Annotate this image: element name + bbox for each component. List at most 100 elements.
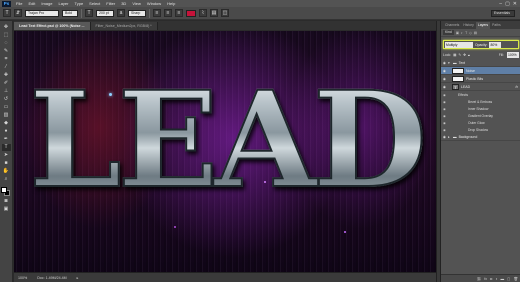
document-size[interactable]: Doc: 1.49M/24.4M [37,276,66,280]
tab-paths[interactable]: Paths [490,22,503,29]
font-size-field[interactable]: 200 pt [96,9,114,17]
gradient-tool-icon[interactable]: ▥ [2,112,11,119]
effects-header[interactable]: ◉ Effects [441,91,520,98]
align-right-icon[interactable]: ≡ [175,9,183,17]
crop-tool-icon[interactable]: ⌗ [2,56,11,63]
history-brush-tool-icon[interactable]: ↺ [2,96,11,103]
menu-help[interactable]: Help [167,1,175,6]
filter-pixel-icon[interactable]: ▣ [456,31,459,35]
maximize-button[interactable]: ▢ [505,1,510,7]
menu-image[interactable]: Image [41,1,52,6]
add-style-icon[interactable]: fx [484,277,487,281]
quick-mask-icon[interactable]: ◙ [2,198,11,205]
move-tool-icon[interactable]: ✥ [2,24,11,31]
blend-mode-select[interactable]: Multiply [445,41,473,48]
dodge-tool-icon[interactable]: ● [2,128,11,135]
filter-adjustment-icon[interactable]: ◐ [461,31,463,35]
menu-filter[interactable]: Filter [106,1,115,6]
status-arrow-icon[interactable]: ▸ [77,276,79,280]
lock-image-icon[interactable]: ✎ [458,53,461,57]
visibility-eye-icon[interactable]: ◉ [441,128,448,132]
menu-file[interactable]: File [16,1,22,6]
close-button[interactable]: ✕ [513,1,517,7]
3d-icon[interactable]: ◫ [221,9,229,17]
adjustment-layer-icon[interactable]: ◑ [495,277,497,281]
effect-outer-glow[interactable]: ◉ Outer Glow [441,119,520,126]
tab-layers[interactable]: Layers [475,22,491,29]
align-left-icon[interactable]: ≡ [153,9,161,17]
layer-noise[interactable]: ◉ Noise [441,67,520,75]
hand-tool-icon[interactable]: ✋ [2,168,11,175]
zoom-tool-icon[interactable]: ⌕ [2,176,11,183]
minimize-button[interactable]: – [499,1,502,7]
text-color-swatch[interactable] [186,9,196,17]
menu-type[interactable]: Type [75,1,84,6]
effect-bevel-emboss[interactable]: ◉ Bevel & Emboss [441,98,520,105]
document-tab[interactable]: Filter_Noise_Medium2px, RGB/8) * [90,22,158,30]
clone-stamp-tool-icon[interactable]: ⊥ [2,88,11,95]
foreground-color-swatch[interactable] [1,187,7,193]
visibility-eye-icon[interactable]: ◉ [441,114,448,118]
filter-type-icon[interactable]: T [465,31,467,35]
eyedropper-tool-icon[interactable]: ⁄ [2,64,11,71]
lock-transparent-icon[interactable]: ▦ [453,53,456,57]
layer-lead-text[interactable]: ◉ T LEAD fx [441,83,520,91]
align-center-icon[interactable]: ≡ [164,9,172,17]
healing-brush-tool-icon[interactable]: ✚ [2,72,11,79]
menu-layer[interactable]: Layer [58,1,68,6]
marquee-tool-icon[interactable]: ⬚ [2,32,11,39]
filter-kind-select[interactable]: Kind [443,30,454,35]
character-panel-icon[interactable]: ▤ [210,9,218,17]
path-selection-tool-icon[interactable]: ➤ [2,152,11,159]
toggle-orientation-icon[interactable]: ⇵ [14,9,22,17]
effect-drop-shadow[interactable]: ◉ Drop Shadow [441,126,520,133]
visibility-eye-icon[interactable]: ◉ [441,93,448,97]
font-style-select[interactable]: Bold [62,9,78,17]
layer-group-text[interactable]: ◉ ▾ ▬ Text [441,59,520,67]
layer-plastic-bits[interactable]: ◉ Plastic Bits [441,75,520,83]
shape-tool-icon[interactable]: ■ [2,160,11,167]
quick-select-tool-icon[interactable]: ✎ [2,48,11,55]
color-swatches[interactable] [1,187,11,197]
document-canvas[interactable]: LEAD [14,31,436,272]
tab-history[interactable]: History [461,22,476,29]
visibility-eye-icon[interactable]: ◉ [441,121,448,125]
warp-text-icon[interactable]: ⌇ [199,9,207,17]
blur-tool-icon[interactable]: ◆ [2,120,11,127]
visibility-eye-icon[interactable]: ◉ [441,100,448,104]
filter-shape-icon[interactable]: ◇ [469,31,472,35]
menu-3d[interactable]: 3D [121,1,126,6]
delete-layer-icon[interactable]: 🗑︎ [513,277,518,281]
opacity-field[interactable]: 80% [489,41,502,48]
link-layers-icon[interactable]: ⛓ [477,277,482,281]
lock-all-icon[interactable]: 🔒︎ [468,53,470,57]
new-group-icon[interactable]: ▬ [500,277,504,281]
workspace-select[interactable]: Essentials [491,10,515,17]
effect-gradient-overlay[interactable]: ◉ Gradient Overlay [441,112,520,119]
tab-channels[interactable]: Channels [443,22,461,29]
visibility-eye-icon[interactable]: ◉ [441,77,448,81]
font-family-select[interactable]: Trajan Pro [25,9,59,17]
menu-select[interactable]: Select [89,1,100,6]
document-tab-active[interactable]: Lead Text Effect.psd @ 100% (Noise ... [14,22,91,30]
fill-field[interactable]: 100% [507,51,519,58]
menu-view[interactable]: View [132,1,141,6]
layer-group-background[interactable]: ◉ ▸ ▬ Background [441,133,520,141]
visibility-eye-icon[interactable]: ◉ [441,61,448,65]
lock-position-icon[interactable]: ✥ [463,53,466,57]
effect-inner-shadow[interactable]: ◉ Inner Shadow [441,105,520,112]
menu-window[interactable]: Window [147,1,161,6]
visibility-eye-icon[interactable]: ◉ [441,135,448,139]
visibility-eye-icon[interactable]: ◉ [441,107,448,111]
antialias-select[interactable]: Sharp [128,9,146,17]
menu-edit[interactable]: Edit [28,1,35,6]
fx-badge[interactable]: fx [516,85,518,89]
type-tool-preset-icon[interactable]: T [3,9,11,17]
visibility-eye-icon[interactable]: ◉ [441,85,448,89]
filter-smart-object-icon[interactable]: ▤ [474,31,477,35]
eraser-tool-icon[interactable]: ▭ [2,104,11,111]
screen-mode-icon[interactable]: ▣ [2,206,11,213]
visibility-eye-icon[interactable]: ◉ [441,69,448,73]
brush-tool-icon[interactable]: ✐ [2,80,11,87]
zoom-level[interactable]: 100% [18,276,27,280]
